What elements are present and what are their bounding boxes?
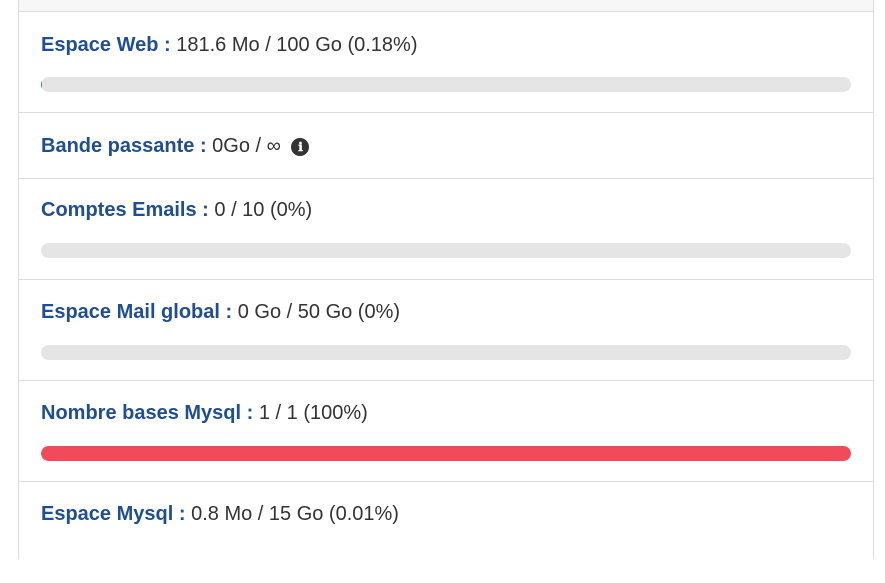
quota-progress-bar bbox=[41, 243, 851, 258]
quota-row-bandwidth: Bande passante : 0Go / ∞ ℹ bbox=[19, 113, 873, 179]
quota-value: 0 / 10 (0%) bbox=[214, 199, 313, 221]
quota-value: 0Go / ∞ bbox=[212, 135, 281, 157]
quota-progress-bar bbox=[41, 345, 851, 360]
quota-progress-bar bbox=[41, 446, 851, 461]
quota-progress-fill bbox=[41, 446, 851, 461]
quota-label: Espace Mysql : bbox=[41, 503, 186, 525]
quota-value: 1 / 1 (100%) bbox=[258, 402, 368, 424]
info-circle-icon[interactable]: ℹ bbox=[291, 138, 310, 156]
quota-progress-fill bbox=[41, 77, 43, 92]
quota-line: Nombre bases Mysql : 1 / 1 (100%) bbox=[41, 402, 368, 425]
quota-row-mysql-databases: Nombre bases Mysql : 1 / 1 (100%) bbox=[19, 381, 873, 482]
quota-line: Espace Mail global : 0 Go / 50 Go (0%) bbox=[41, 301, 400, 324]
quota-label: Comptes Emails : bbox=[41, 199, 209, 221]
quota-row-email-accounts: Comptes Emails : 0 / 10 (0%) bbox=[19, 179, 873, 280]
quota-row-web-space: Espace Web : 181.6 Mo / 100 Go (0.18%) bbox=[19, 12, 873, 113]
quota-line: Bande passante : 0Go / ∞ ℹ bbox=[41, 135, 310, 158]
quota-line: Comptes Emails : 0 / 10 (0%) bbox=[41, 199, 312, 222]
quota-line: Espace Mysql : 0.8 Mo / 15 Go (0.01%) bbox=[41, 503, 399, 526]
quota-label: Espace Mail global : bbox=[41, 301, 233, 323]
quota-progress-bar bbox=[41, 77, 851, 92]
quota-value: 181.6 Mo / 100 Go (0.18%) bbox=[176, 34, 418, 56]
panel-header-strip bbox=[19, 0, 873, 12]
quota-panel: Espace Web : 181.6 Mo / 100 Go (0.18%) B… bbox=[18, 0, 874, 559]
quota-row-mysql-space: Espace Mysql : 0.8 Mo / 15 Go (0.01%) bbox=[19, 482, 873, 583]
quota-label: Nombre bases Mysql : bbox=[41, 402, 254, 424]
quota-value: 0.8 Mo / 15 Go (0.01%) bbox=[191, 503, 399, 525]
quota-value: 0 Go / 50 Go (0%) bbox=[237, 301, 401, 323]
quota-row-mail-space: Espace Mail global : 0 Go / 50 Go (0%) bbox=[19, 280, 873, 381]
quota-label: Bande passante : bbox=[41, 135, 207, 157]
quota-line: Espace Web : 181.6 Mo / 100 Go (0.18%) bbox=[41, 34, 418, 57]
quota-label: Espace Web : bbox=[41, 34, 171, 56]
